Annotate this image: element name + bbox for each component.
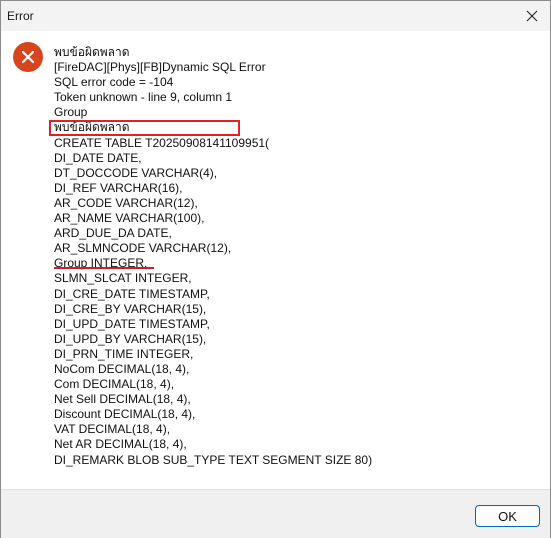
message-line: DI_UPD_DATE TIMESTAMP, <box>54 316 210 331</box>
title-bar: Error <box>1 1 550 31</box>
message-line: DI_DATE DATE, <box>54 150 142 165</box>
ok-button[interactable]: OK <box>475 505 540 527</box>
message-line: Com DECIMAL(18, 4), <box>54 377 175 392</box>
message-line: DT_DOCCODE VARCHAR(4), <box>54 165 218 180</box>
message-line: Discount DECIMAL(18, 4), <box>54 407 196 422</box>
message-line: DI_CRE_DATE TIMESTAMP, <box>54 286 210 301</box>
message-line: Token unknown - line 9, column 1 <box>54 90 233 105</box>
message-line: AR_CODE VARCHAR(12), <box>54 195 198 210</box>
message-line: DI_REMARK BLOB SUB_TYPE TEXT SEGMENT SIZ… <box>54 452 373 467</box>
message-line: Group INTEGER, <box>54 256 148 271</box>
message-line: DI_UPD_BY VARCHAR(15), <box>54 331 207 346</box>
error-dialog: Error พบข้อผิดพลาด [FireDAC][Phys][FB]Dyn… <box>0 0 551 538</box>
close-icon <box>526 10 538 22</box>
error-message: พบข้อผิดพลาด [FireDAC][Phys][FB]Dynamic S… <box>54 45 372 468</box>
error-icon <box>13 42 43 72</box>
token-highlight-box <box>49 120 240 136</box>
message-line: DI_CRE_BY VARCHAR(15), <box>54 301 207 316</box>
message-line: NoCom DECIMAL(18, 4), <box>54 361 190 376</box>
button-bar: OK <box>1 489 550 538</box>
message-line: พบข้อผิดพลาด <box>54 45 130 59</box>
message-line: DI_PRN_TIME INTEGER, <box>54 346 194 361</box>
message-line: [FireDAC][Phys][FB]Dynamic SQL Error <box>54 60 266 75</box>
window-title: Error <box>7 9 34 23</box>
message-line: ARD_DUE_DA DATE, <box>54 226 172 241</box>
message-line: SQL error code = -104 <box>54 75 174 90</box>
group-underline-mark <box>54 267 154 269</box>
message-line: CREATE TABLE T20250908141109951( <box>54 135 270 150</box>
message-line: SLMN_SLCAT INTEGER, <box>54 271 192 286</box>
message-line: AR_SLMNCODE VARCHAR(12), <box>54 241 232 256</box>
dialog-body: พบข้อผิดพลาด [FireDAC][Phys][FB]Dynamic S… <box>1 31 550 489</box>
message-line: Net AR DECIMAL(18, 4), <box>54 437 187 452</box>
message-line: DI_REF VARCHAR(16), <box>54 180 183 195</box>
message-line: Net Sell DECIMAL(18, 4), <box>54 392 191 407</box>
message-line: AR_NAME VARCHAR(100), <box>54 211 205 226</box>
message-line: VAT DECIMAL(18, 4), <box>54 422 171 437</box>
close-button[interactable] <box>514 1 550 31</box>
message-line: Group <box>54 105 88 120</box>
